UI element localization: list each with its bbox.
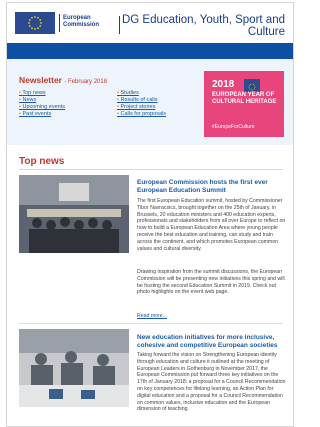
nav-link-calls-for-proposals[interactable]: Calls for proposals xyxy=(117,111,166,118)
nav-link-results-of-calls[interactable]: Results of calls xyxy=(117,97,166,104)
nav-link-news[interactable]: News xyxy=(19,97,65,104)
page-title: DG Education, Youth, Sport and Culture xyxy=(121,14,285,38)
initiatives-photo[interactable] xyxy=(19,329,129,407)
header: European Commission DG Education, Youth,… xyxy=(7,3,293,43)
newsletter-box: Newsletter - February 2018 Top news News… xyxy=(7,59,293,145)
news-body: The first European Education summit, hos… xyxy=(137,198,286,252)
news-body: Taking forward the vision on Strengtheni… xyxy=(137,352,286,413)
newsletter-title: Newsletter - February 2018 xyxy=(19,75,108,85)
news-title-link[interactable]: New education initiatives for more inclu… xyxy=(137,334,287,349)
nav-link-top-news[interactable]: Top news xyxy=(19,90,65,97)
european-commission-logo[interactable]: European Commission xyxy=(15,12,119,34)
top-news-heading: Top news xyxy=(19,156,65,167)
header-band xyxy=(7,43,293,59)
eu-flag-icon xyxy=(15,12,55,34)
newsletter-links-right: Studies Results of calls Project stories… xyxy=(117,90,166,118)
nav-link-studies[interactable]: Studies xyxy=(117,90,166,97)
logo-text: European Commission xyxy=(63,15,100,28)
news-body: Drawing inspiration from the summit disc… xyxy=(137,269,285,296)
newsletter-links-left: Top news News Upcoming events Past event… xyxy=(19,90,65,118)
newsletter-page: European Commission DG Education, Youth,… xyxy=(6,2,294,427)
cultural-heritage-banner[interactable]: 2018 EUROPEAN YEAR OF CULTURAL HERITAGE … xyxy=(204,71,284,137)
news-title-link[interactable]: European Commission hosts the first ever… xyxy=(137,179,287,194)
read-more-link[interactable]: Read more... xyxy=(137,313,167,319)
nav-link-past-events[interactable]: Past events xyxy=(19,111,65,118)
eu-flag-icon xyxy=(244,79,260,92)
nav-link-project-stories[interactable]: Project stories xyxy=(117,104,166,111)
nav-link-upcoming-events[interactable]: Upcoming events xyxy=(19,104,65,111)
summit-photo[interactable] xyxy=(19,175,129,253)
